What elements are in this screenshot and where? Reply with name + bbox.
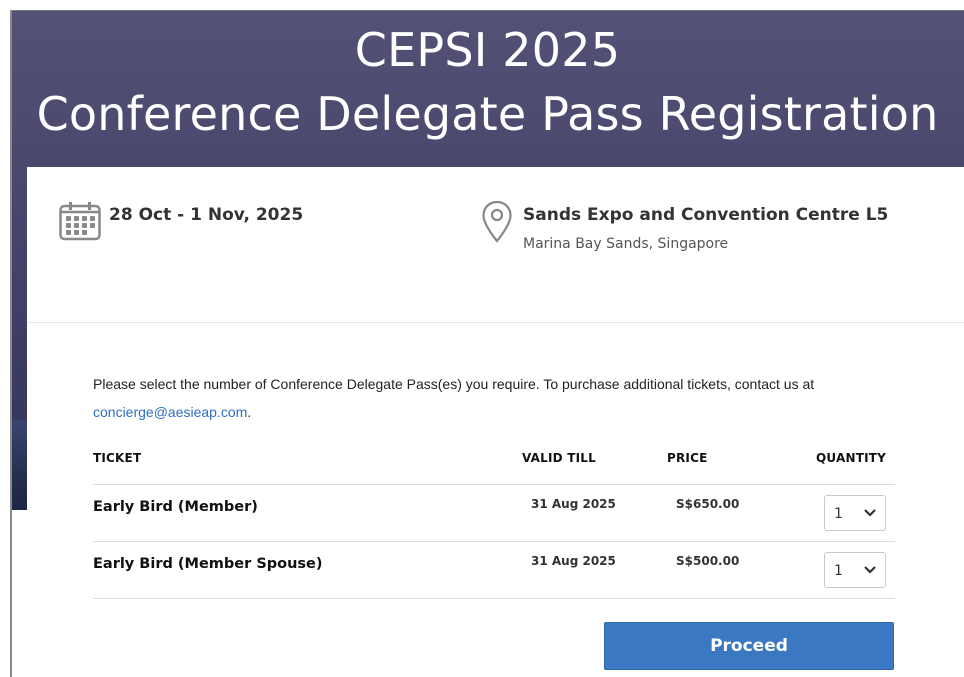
quantity-select[interactable]: 1 [824,552,886,588]
column-header-price: PRICE [667,451,708,465]
calendar-icon [59,202,101,241]
instructions-body: Please select the number of Conference D… [93,376,815,392]
chevron-down-icon [864,566,876,574]
page: CEPSI 2025 Conference Delegate Pass Regi… [0,0,964,677]
event-info: 28 Oct - 1 Nov, 2025 Sands Expo and Conv… [27,167,964,323]
ticket-table-header: TICKET VALID TILL PRICE QUANTITY [93,451,895,485]
instructions-text: Please select the number of Conference D… [93,370,893,426]
frame-border-top [10,10,964,11]
concierge-email-link[interactable]: concierge@aesieap.com [93,404,247,420]
column-header-quantity: QUANTITY [816,451,887,465]
table-row: Early Bird (Member) 31 Aug 2025 S$650.00… [93,485,895,542]
column-header-valid-till: VALID TILL [522,451,596,465]
quantity-value: 1 [834,506,843,522]
table-row: Early Bird (Member Spouse) 31 Aug 2025 S… [93,542,895,599]
page-title: CEPSI 2025 Conference Delegate Pass Regi… [11,18,964,146]
ticket-name: Early Bird (Member Spouse) [93,556,323,572]
ticket-valid-till: 31 Aug 2025 [531,497,616,511]
proceed-button[interactable]: Proceed [604,622,894,670]
ticket-price: S$650.00 [676,497,740,511]
page-title-line-1: CEPSI 2025 [354,23,621,77]
map-pin-icon [482,200,512,243]
ticket-name: Early Bird (Member) [93,499,258,515]
event-date: 28 Oct - 1 Nov, 2025 [109,205,304,225]
registration-card: 28 Oct - 1 Nov, 2025 Sands Expo and Conv… [27,167,964,677]
column-header-ticket: TICKET [93,451,142,465]
venue-address: Marina Bay Sands, Singapore [523,236,729,252]
quantity-select[interactable]: 1 [824,495,886,531]
chevron-down-icon [864,509,876,517]
ticket-price: S$500.00 [676,554,740,568]
page-title-line-2: Conference Delegate Pass Registration [36,87,939,141]
instructions-suffix: . [247,404,252,420]
quantity-value: 1 [834,563,843,579]
ticket-valid-till: 31 Aug 2025 [531,554,616,568]
venue-name: Sands Expo and Convention Centre L5 [523,205,889,225]
hero-background-image [11,420,27,510]
